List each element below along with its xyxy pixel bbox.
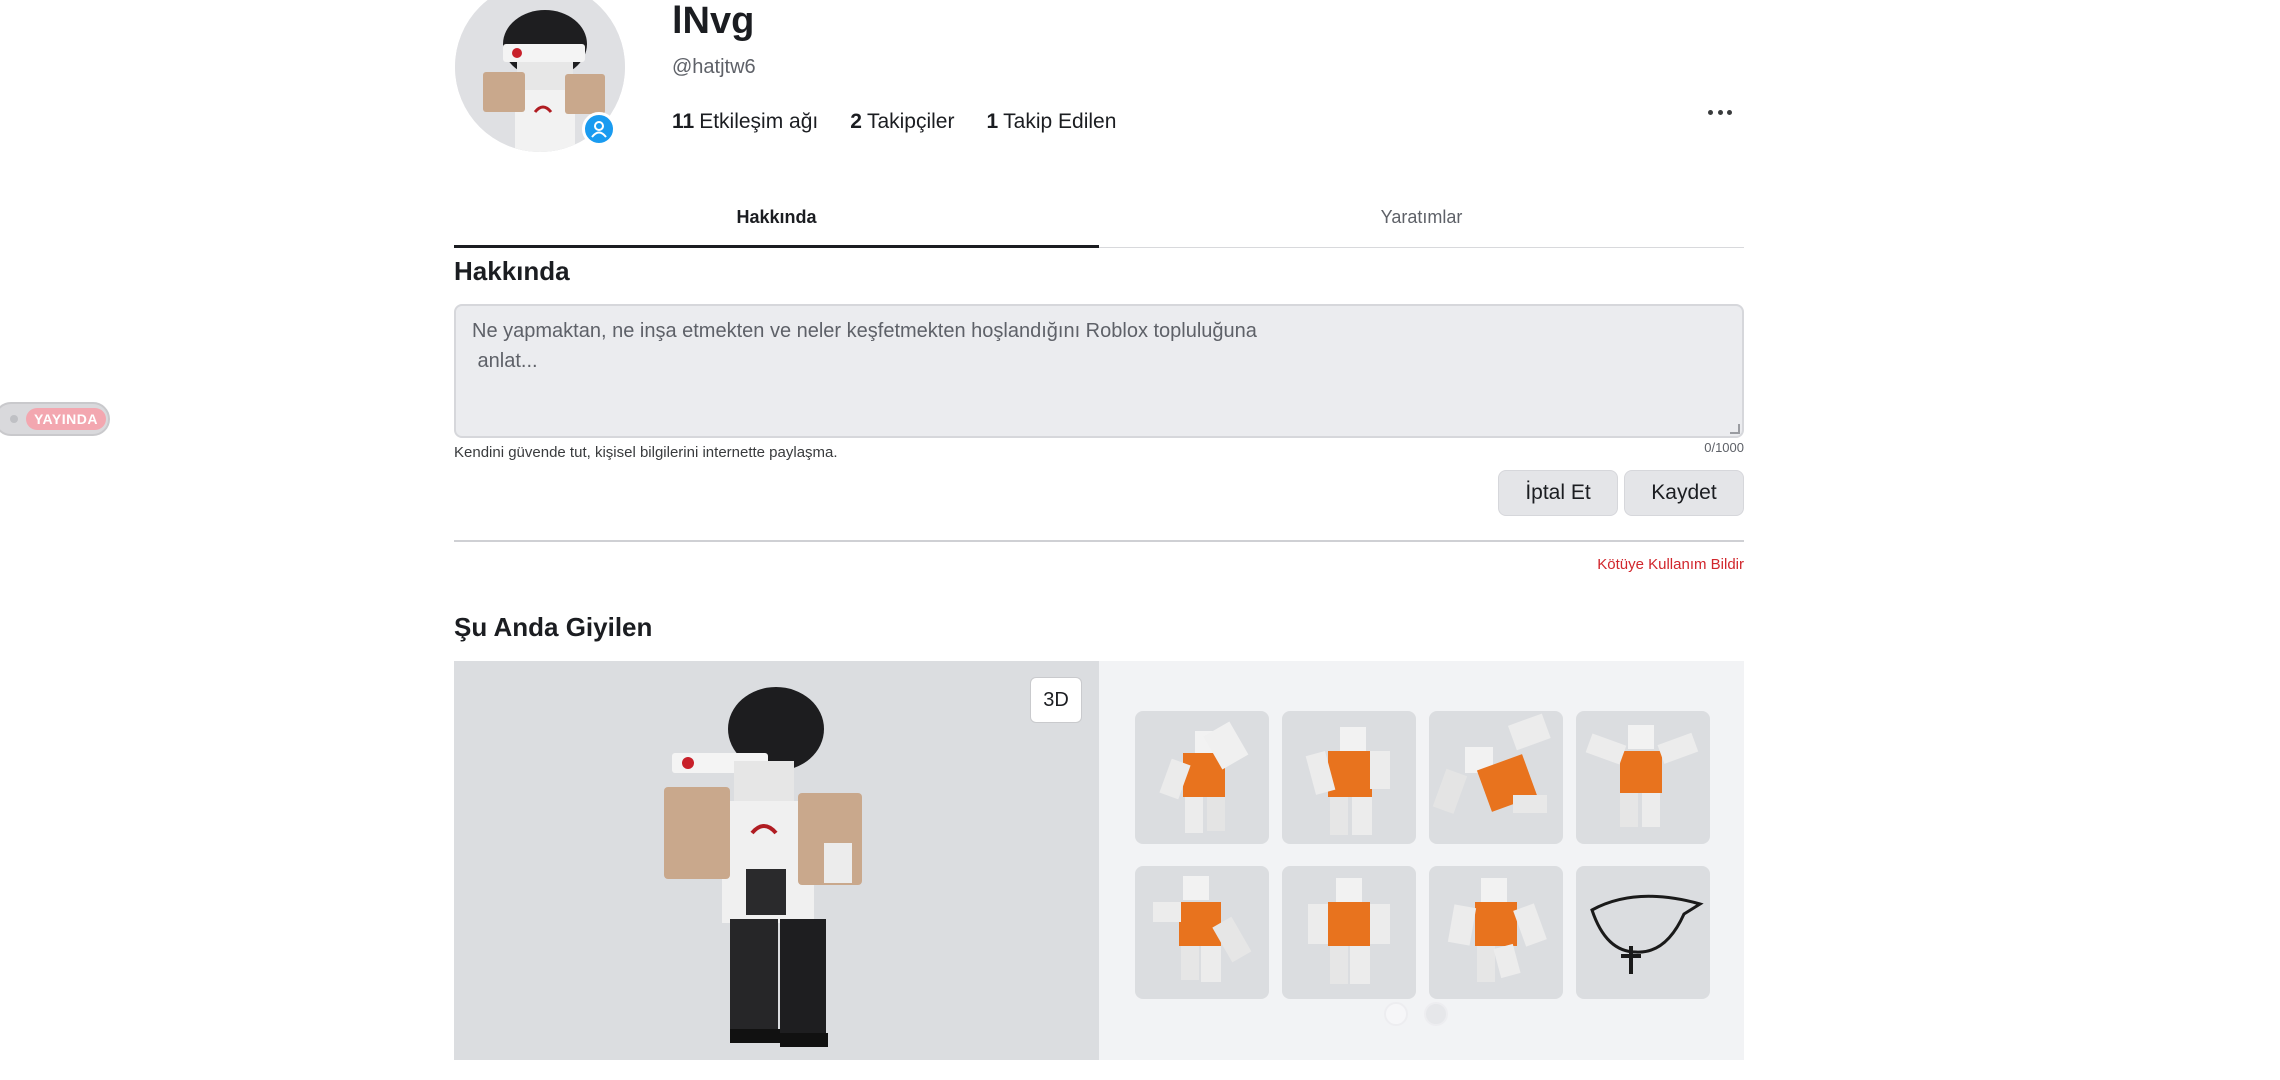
section-divider <box>454 540 1744 542</box>
orange-avatar-emote-icon <box>1432 713 1551 814</box>
view-3d-toggle[interactable]: 3D <box>1030 677 1082 723</box>
avatar-preview[interactable]: 3D <box>454 661 1099 1060</box>
orange-avatar-emote-icon <box>1585 725 1699 827</box>
worn-item-7[interactable] <box>1429 866 1563 999</box>
worn-item-1[interactable] <box>1135 711 1269 844</box>
about-placeholder-line2: anlat... <box>472 350 538 372</box>
about-textarea[interactable]: Ne yapmaktan, ne inşa etmekten ve neler … <box>454 304 1744 438</box>
live-status-pill[interactable]: YAYINDA <box>0 402 110 436</box>
stat-following[interactable]: 1 Takip Edilen <box>986 110 1116 134</box>
display-name: lNvg <box>672 0 755 42</box>
wearing-title: Şu Anda Giyilen <box>454 612 653 642</box>
worn-item-3[interactable] <box>1429 711 1563 844</box>
worn-item-8[interactable] <box>1576 866 1710 999</box>
resize-handle-icon[interactable] <box>1730 424 1740 434</box>
about-title: Hakkında <box>454 256 570 286</box>
stat-followers[interactable]: 2 Takipçiler <box>850 110 954 134</box>
verified-user-icon <box>582 112 616 146</box>
worn-item-4[interactable] <box>1576 711 1710 844</box>
worn-items-panel <box>1099 661 1744 1060</box>
tab-creations[interactable]: Yaratımlar <box>1099 188 1744 247</box>
profile-tabs: Hakkında Yaratımlar <box>454 188 1744 248</box>
save-button[interactable]: Kaydet <box>1624 470 1744 516</box>
username: @hatjtw6 <box>672 56 756 78</box>
orange-avatar-emote-icon <box>1153 876 1252 982</box>
page-dot-2[interactable] <box>1424 1002 1448 1026</box>
cross-necklace-icon <box>1590 894 1704 974</box>
profile-stats: 11 Etkileşim ağı 2 Takipçiler 1 Takip Edile… <box>672 110 1148 134</box>
safety-note: Kendini güvende tut, kişisel bilgilerini… <box>454 444 838 461</box>
orange-avatar-emote-icon <box>1308 878 1390 984</box>
about-placeholder-line1: Ne yapmaktan, ne inşa etmekten ve neler … <box>472 320 1257 342</box>
page-dot-1[interactable] <box>1384 1002 1408 1026</box>
tab-about[interactable]: Hakkında <box>454 188 1099 248</box>
avatar-full-body-icon <box>664 687 862 1047</box>
char-counter: 0/1000 <box>1704 440 1744 455</box>
more-options-icon[interactable] <box>1703 98 1737 126</box>
profile-page: YAYINDA lNvg @hatjtw6 11 Etkileşim ağı 2… <box>0 0 2280 1080</box>
worn-item-6[interactable] <box>1282 866 1416 999</box>
orange-avatar-emote-icon <box>1447 878 1547 982</box>
stat-connections[interactable]: 11 Etkileşim ağı <box>672 110 818 134</box>
items-pager <box>1384 1002 1448 1026</box>
cancel-button[interactable]: İptal Et <box>1498 470 1618 516</box>
orange-avatar-emote-icon <box>1159 721 1249 833</box>
live-dot-icon <box>10 415 18 423</box>
orange-avatar-emote-icon <box>1305 727 1390 835</box>
worn-item-2[interactable] <box>1282 711 1416 844</box>
report-abuse-link[interactable]: Kötüye Kullanım Bildir <box>1500 556 1744 573</box>
live-badge: YAYINDA <box>26 408 106 430</box>
worn-item-5[interactable] <box>1135 866 1269 999</box>
